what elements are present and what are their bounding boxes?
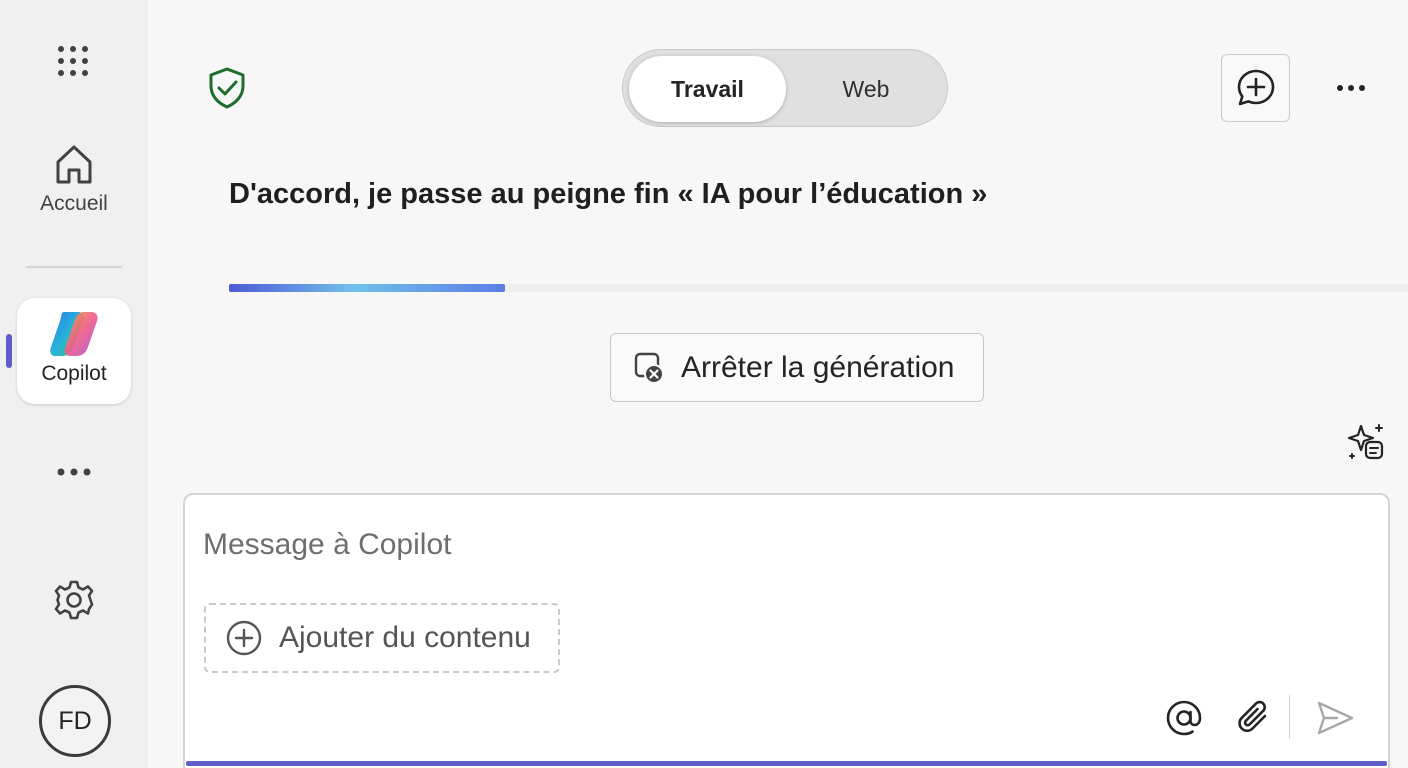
send-button[interactable]: [1311, 695, 1359, 741]
add-content-label: Ajouter du contenu: [279, 621, 531, 654]
response-status-text: D'accord, je passe au peigne fin « IA po…: [229, 178, 988, 210]
message-composer: Ajouter du contenu: [183, 493, 1390, 768]
new-chat-button[interactable]: [1221, 54, 1290, 122]
send-icon: [1317, 701, 1354, 735]
rail-item-copilot-label: Copilot: [41, 362, 107, 385]
view-prompts-button[interactable]: [1344, 420, 1388, 464]
at-sign-icon: [1166, 700, 1202, 736]
rail-item-copilot[interactable]: Copilot: [17, 298, 131, 404]
attach-file-button[interactable]: [1231, 695, 1277, 741]
left-rail: Accueil Copilot FD: [0, 0, 148, 768]
avatar-initials: FD: [58, 706, 92, 735]
sparkle-prompts-icon: [1347, 424, 1384, 460]
app-launcher-grid-icon: [58, 46, 88, 76]
app-launcher-button[interactable]: [54, 42, 92, 80]
active-indicator: [6, 334, 12, 368]
home-icon: [56, 145, 92, 184]
mention-button[interactable]: [1161, 695, 1207, 741]
rail-more-button[interactable]: [50, 456, 98, 488]
composer-focus-accent: [186, 761, 1387, 766]
message-input[interactable]: [203, 521, 1303, 569]
shield-check-icon: [209, 67, 245, 109]
more-horizontal-icon: [57, 468, 91, 476]
more-options-button[interactable]: [1328, 70, 1374, 106]
tab-work[interactable]: Travail: [629, 56, 786, 122]
copilot-logo: [50, 312, 98, 356]
tab-web[interactable]: Web: [789, 56, 943, 122]
composer-divider: [1289, 695, 1290, 739]
avatar[interactable]: FD: [39, 685, 111, 757]
rail-divider: [26, 266, 122, 268]
chat-add-icon: [1237, 69, 1274, 106]
rail-item-home-label: Accueil: [40, 192, 108, 215]
settings-button[interactable]: [50, 576, 98, 624]
work-web-toggle: Travail Web: [622, 49, 948, 127]
paperclip-icon: [1238, 700, 1267, 733]
more-horizontal-icon: [1337, 85, 1365, 91]
stop-generation-icon: [634, 352, 664, 384]
generation-progress-bar: [229, 284, 1408, 292]
rail-item-home[interactable]: Accueil: [24, 142, 124, 216]
circle-plus-icon: [226, 620, 262, 656]
stop-generation-label: Arrêter la génération: [681, 350, 955, 384]
stop-generation-button[interactable]: Arrêter la génération: [610, 333, 984, 402]
generation-progress-fill: [229, 284, 505, 292]
add-content-button[interactable]: Ajouter du contenu: [204, 603, 560, 673]
gear-icon: [54, 580, 94, 620]
